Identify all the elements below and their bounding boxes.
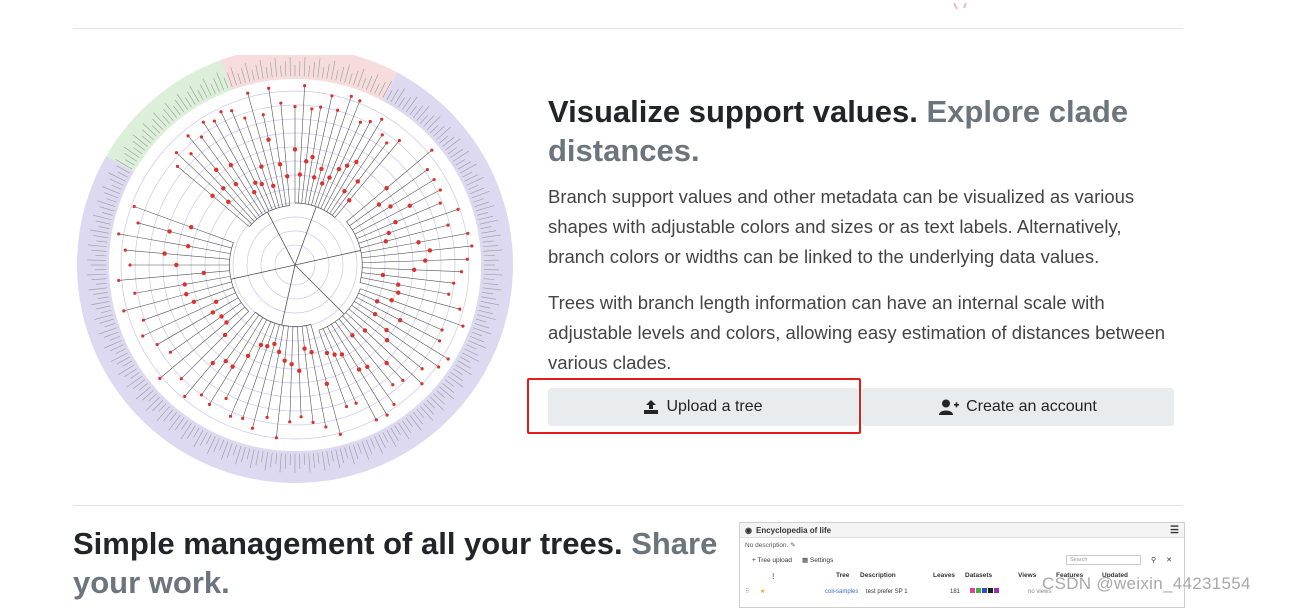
mini-search: Search	[1066, 555, 1141, 565]
search-icon: ⚲	[1151, 556, 1156, 564]
feature-heading: Visualize support values. Explore clade …	[548, 92, 1178, 170]
mini-col-datasets: Datasets	[965, 572, 992, 579]
pencil-icon: ✎	[790, 542, 795, 549]
mini-col-views: Views	[1018, 572, 1036, 579]
menu-icon: ☰	[1170, 525, 1179, 536]
star-icon: ★	[760, 588, 765, 595]
tree-list-screenshot: ◉ Encyclopedia of life ☰ No description.…	[739, 522, 1185, 608]
drag-handle-icon: ⠿	[745, 588, 749, 595]
mini-tree-upload-label: Tree upload	[757, 557, 791, 564]
section-divider-top	[73, 28, 1183, 29]
watermark-text: CSDN @weixin_44231554	[1042, 574, 1251, 594]
feature-management: Simple management of all your trees. Sha…	[73, 524, 723, 602]
circular-tree-illustration	[76, 55, 516, 485]
mini-settings: ▦ Settings	[802, 556, 833, 564]
management-heading: Simple management of all your trees. Sha…	[73, 524, 723, 602]
mini-row-leaves: 181	[950, 589, 960, 595]
feature-support-values: Visualize support values. Explore clade …	[548, 92, 1178, 378]
mini-settings-label: Settings	[810, 557, 834, 564]
feature-paragraph-2: Trees with branch length information can…	[548, 288, 1178, 378]
feature-paragraph-1: Branch support values and other metadata…	[548, 182, 1178, 272]
mini-description: No description. ✎	[740, 538, 1184, 552]
mini-toolbar: + Tree upload ▦ Settings Search ⚲ ✕	[740, 552, 1184, 568]
mini-description-text: No description.	[745, 542, 788, 549]
mini-row-description: test prefer SP 1	[866, 589, 908, 595]
create-account-label: Create an account	[966, 398, 1097, 416]
mini-title: Encyclopedia of life	[756, 526, 831, 535]
management-heading-main: Simple management of all your trees.	[73, 526, 623, 561]
mini-titlebar: ◉ Encyclopedia of life ☰	[740, 523, 1184, 538]
add-user-icon	[939, 399, 959, 415]
close-icon: ✕	[1166, 556, 1172, 564]
mini-row-tree: coli-samples	[825, 589, 858, 595]
highlight-annotation-box	[527, 378, 861, 434]
mini-col-description: Description	[860, 572, 896, 579]
create-account-button[interactable]: Create an account	[862, 388, 1174, 426]
eye-icon: ◉	[745, 526, 752, 535]
section-divider-mid	[73, 505, 1183, 506]
mini-col-leaves: Leaves	[933, 572, 955, 579]
mini-row-datasets	[970, 588, 1000, 595]
mini-col-menu: ⋮	[770, 572, 777, 580]
top-decoration-fragment	[948, 0, 974, 10]
feature-heading-main: Visualize support values.	[548, 94, 918, 129]
mini-tree-upload: + Tree upload	[752, 557, 792, 564]
mini-col-tree: Tree	[836, 572, 849, 579]
